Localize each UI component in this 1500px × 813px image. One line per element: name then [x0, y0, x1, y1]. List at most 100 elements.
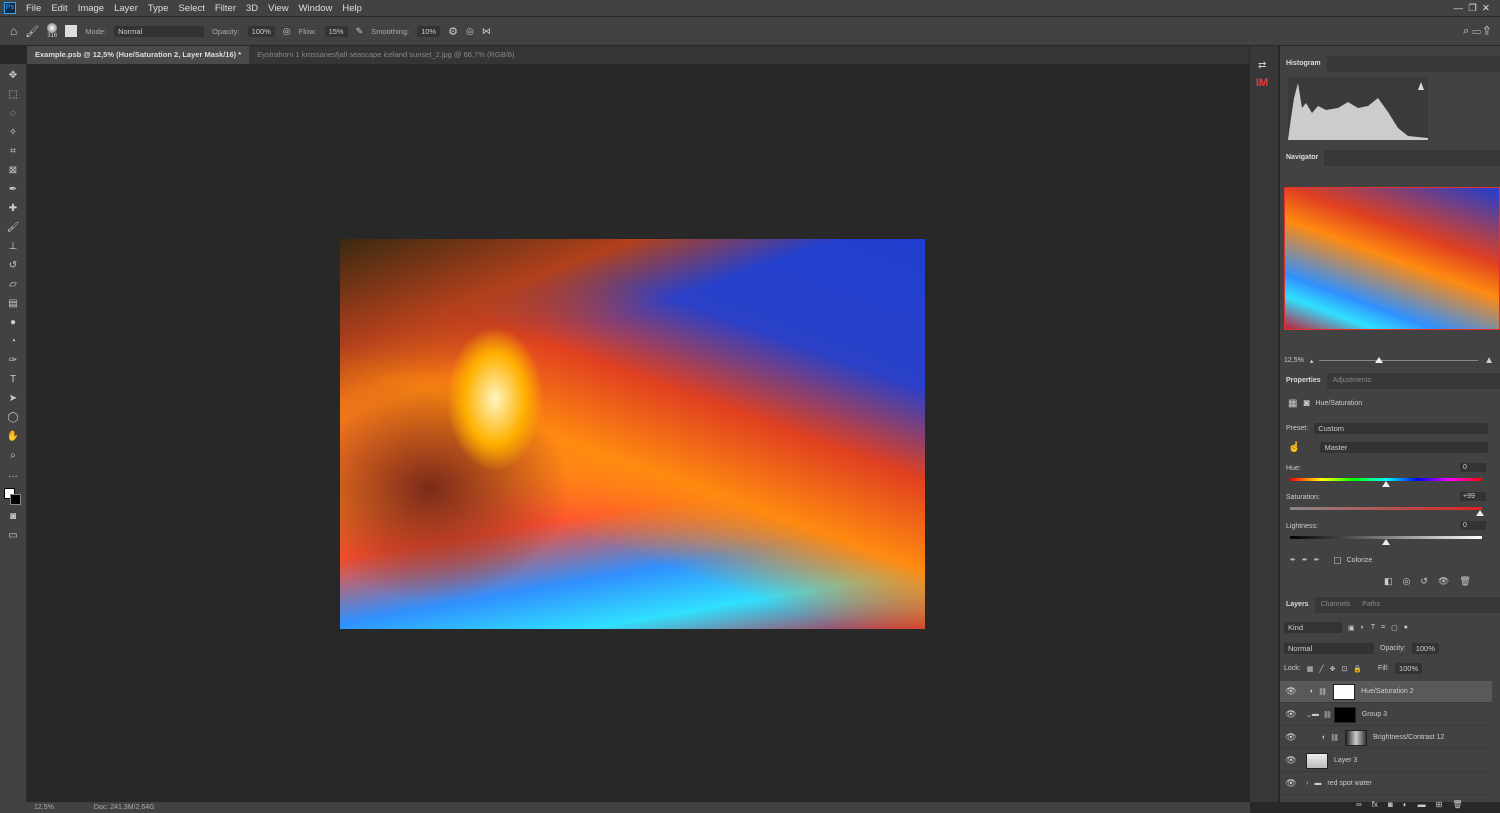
- eyedropper-icon[interactable]: ✒: [1290, 556, 1296, 564]
- eyedropper-tool-icon[interactable]: ✒: [9, 184, 17, 198]
- tab-adjustments[interactable]: Adjustments: [1327, 373, 1378, 389]
- menu-type[interactable]: Type: [148, 3, 169, 14]
- trash-icon[interactable]: 🗑: [1459, 576, 1470, 587]
- lock-transparent-icon[interactable]: ▦: [1307, 665, 1314, 673]
- brush-settings-icon[interactable]: [65, 25, 78, 37]
- shape-tool-icon[interactable]: ◯: [7, 412, 18, 426]
- preset-select[interactable]: Custom: [1314, 423, 1488, 434]
- color-swatches[interactable]: [4, 488, 22, 506]
- layer-mask-thumbnail[interactable]: [1333, 683, 1356, 700]
- link-icon[interactable]: ⛓: [1330, 734, 1339, 742]
- path-select-tool-icon[interactable]: ➤: [9, 393, 17, 407]
- eraser-tool-icon[interactable]: ▱: [9, 279, 17, 293]
- window-controls[interactable]: — ❐ ✕: [1453, 3, 1490, 14]
- blend-mode-select[interactable]: Normal: [1284, 643, 1374, 654]
- menu-3d[interactable]: 3D: [246, 3, 258, 14]
- navigator-zoom-slider[interactable]: [1319, 357, 1479, 363]
- tab-layers[interactable]: Layers: [1280, 597, 1315, 613]
- pressure-opacity-icon[interactable]: ◎: [283, 26, 291, 37]
- im-plugin-icon[interactable]: IM: [1256, 77, 1278, 89]
- lightness-slider[interactable]: [1290, 536, 1482, 545]
- brush-tool-icon[interactable]: 🖌: [7, 222, 20, 236]
- filter-smart-icon[interactable]: ▢: [1391, 624, 1398, 632]
- menu-file[interactable]: File: [26, 3, 41, 14]
- channel-select[interactable]: Master: [1320, 442, 1488, 453]
- eye-icon[interactable]: 👁: [1280, 709, 1302, 720]
- tab-example-psb[interactable]: Example.psb @ 12,5% (Hue/Saturation 2, L…: [27, 46, 250, 64]
- tab-navigator[interactable]: Navigator: [1280, 150, 1325, 166]
- menu-view[interactable]: View: [268, 3, 288, 14]
- clip-to-layer-icon[interactable]: ◧: [1384, 576, 1393, 587]
- adjustment-icon[interactable]: ▦: [1288, 398, 1297, 409]
- lock-position-icon[interactable]: ✥: [1330, 665, 1336, 673]
- layer-mask-thumbnail[interactable]: [1345, 729, 1368, 746]
- crop-tool-icon[interactable]: ⌗: [10, 146, 16, 160]
- view-previous-icon[interactable]: ◎: [1403, 576, 1411, 587]
- tab-eystrahorn-jpg[interactable]: Eystrahorn 1 krossanesfjall seascape ice…: [249, 46, 522, 64]
- lock-all-icon[interactable]: 🔒: [1353, 665, 1362, 673]
- brush-preset-picker[interactable]: 316: [47, 23, 57, 39]
- type-tool-icon[interactable]: T: [10, 374, 16, 388]
- eyedropper-plus-icon[interactable]: ✒: [1302, 556, 1308, 564]
- layer-row[interactable]: 👁 ⌄ ▬ ⛓ Group 3: [1280, 704, 1492, 726]
- airbrush-icon[interactable]: ✎: [356, 26, 364, 37]
- link-icon[interactable]: ⛓: [1318, 688, 1327, 696]
- visibility-icon[interactable]: 👁: [1438, 576, 1449, 587]
- more-tools-icon[interactable]: …: [8, 469, 18, 483]
- zoom-tool-icon[interactable]: ⌕: [10, 450, 16, 464]
- tab-histogram[interactable]: Histogram: [1280, 56, 1327, 72]
- layer-row[interactable]: 👁 ◐ ⛓ Hue/Saturation 2: [1280, 681, 1492, 703]
- blur-tool-icon[interactable]: ●: [10, 317, 16, 331]
- layer-filter-select[interactable]: Kind: [1284, 622, 1342, 633]
- lock-pixels-icon[interactable]: ╱: [1319, 665, 1323, 673]
- trash-icon[interactable]: 🗑: [1452, 800, 1462, 809]
- status-doc-size[interactable]: Doc: 241,3M/2,64G: [94, 804, 155, 811]
- lock-artboard-icon[interactable]: ⊡: [1341, 665, 1347, 673]
- gear-icon[interactable]: ⚙: [448, 25, 458, 38]
- tab-properties[interactable]: Properties: [1280, 373, 1327, 389]
- mask-icon[interactable]: ◙: [1303, 398, 1309, 409]
- menu-help[interactable]: Help: [342, 3, 362, 14]
- tab-channels[interactable]: Channels: [1315, 597, 1357, 613]
- menu-image[interactable]: Image: [78, 3, 104, 14]
- layer-thumbnail[interactable]: [1306, 752, 1328, 769]
- eye-icon[interactable]: 👁: [1280, 732, 1302, 743]
- history-icon[interactable]: ⇄: [1258, 60, 1278, 71]
- pen-tool-icon[interactable]: ✑: [9, 355, 17, 369]
- saturation-value[interactable]: +99: [1460, 492, 1486, 501]
- zoom-out-icon[interactable]: ▴: [1310, 357, 1314, 365]
- layer-row[interactable]: 👁 ◐ ⛓ Brightness/Contrast 12: [1280, 727, 1492, 749]
- targeted-adjustment-icon[interactable]: ☝: [1288, 442, 1300, 453]
- menu-edit[interactable]: Edit: [51, 3, 67, 14]
- saturation-slider[interactable]: [1290, 507, 1485, 516]
- new-adjustment-icon[interactable]: ◐: [1403, 800, 1408, 809]
- fx-icon[interactable]: fx: [1372, 800, 1378, 809]
- search-icon[interactable]: ⌕ ▭ ⇪: [1463, 25, 1490, 38]
- smoothing-field[interactable]: 10%: [417, 25, 441, 37]
- pressure-size-icon[interactable]: ◎: [466, 26, 474, 37]
- flow-field[interactable]: 15%: [324, 25, 348, 37]
- history-brush-icon[interactable]: ↺: [9, 260, 17, 274]
- status-zoom[interactable]: 12,5%: [34, 804, 54, 811]
- move-tool-icon[interactable]: ✥: [9, 70, 17, 84]
- menu-select[interactable]: Select: [178, 3, 204, 14]
- symmetry-icon[interactable]: ⋈: [482, 26, 491, 37]
- dodge-tool-icon[interactable]: ◔: [10, 336, 16, 350]
- menu-window[interactable]: Window: [299, 3, 333, 14]
- filter-pixel-icon[interactable]: ▣: [1348, 624, 1355, 632]
- home-icon[interactable]: ⌂: [10, 24, 17, 38]
- layer-row[interactable]: 👁 › ▬ red spot water: [1280, 773, 1492, 795]
- quick-select-tool-icon[interactable]: ✧: [9, 127, 17, 141]
- reset-icon[interactable]: ↺: [1420, 576, 1428, 587]
- chevron-right-icon[interactable]: ›: [1306, 780, 1308, 787]
- hand-tool-icon[interactable]: ✋: [7, 431, 19, 445]
- mode-select[interactable]: Normal: [114, 25, 205, 37]
- navigator-preview[interactable]: [1284, 187, 1500, 330]
- opacity-field[interactable]: 100%: [247, 25, 275, 37]
- frame-tool-icon[interactable]: ⊠: [9, 165, 17, 179]
- hue-slider[interactable]: [1290, 478, 1482, 487]
- lasso-tool-icon[interactable]: ◌: [10, 108, 16, 122]
- add-mask-icon[interactable]: ◙: [1388, 800, 1393, 809]
- lightness-value[interactable]: 0: [1460, 521, 1486, 530]
- navigator-zoom-value[interactable]: 12,5%: [1284, 357, 1304, 364]
